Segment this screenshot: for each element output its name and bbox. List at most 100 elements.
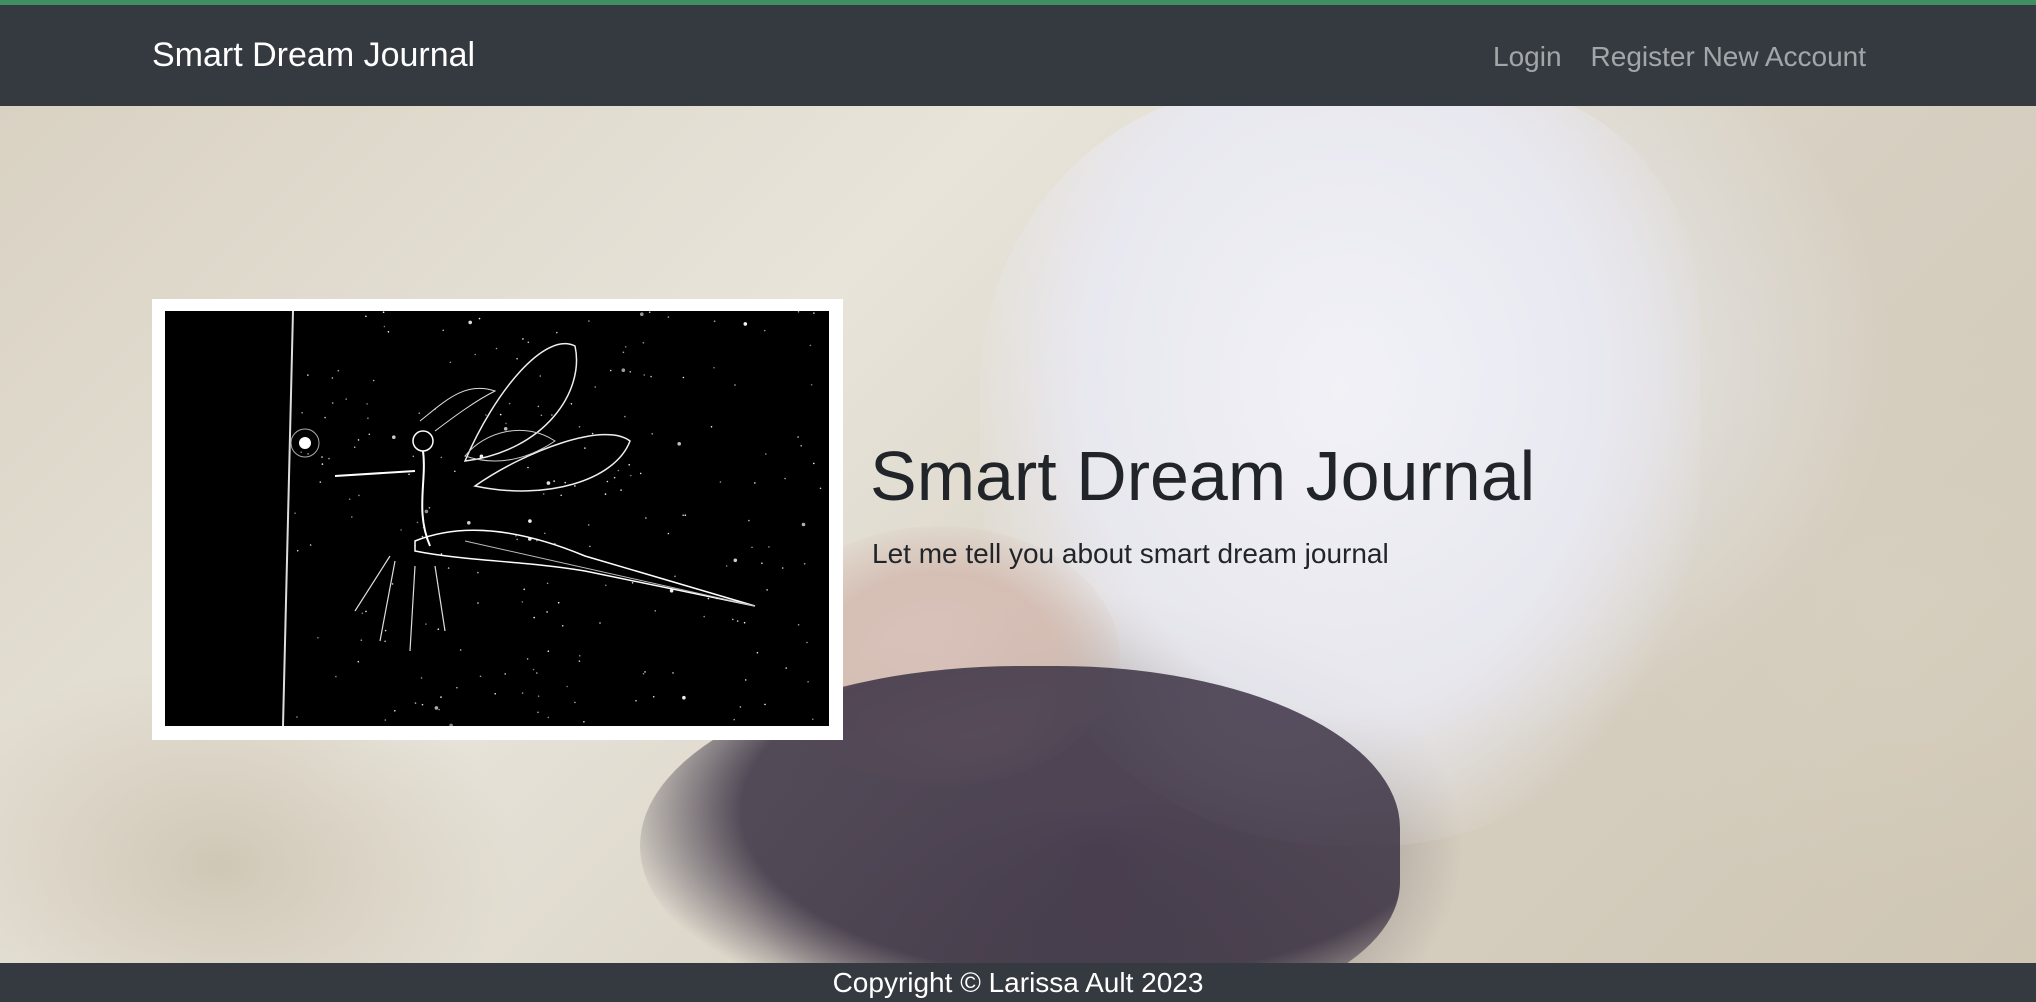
star	[812, 718, 814, 720]
star	[547, 716, 550, 719]
star	[503, 427, 508, 431]
navbar-brand[interactable]: Smart Dream Journal	[152, 36, 475, 75]
star	[321, 456, 323, 458]
star	[544, 532, 546, 535]
star	[578, 426, 581, 428]
star	[617, 469, 620, 472]
star	[296, 716, 298, 718]
star	[578, 660, 581, 662]
star	[635, 699, 637, 702]
star	[418, 412, 421, 414]
star	[764, 703, 766, 706]
star	[442, 329, 445, 332]
star	[434, 706, 439, 710]
star	[361, 612, 364, 615]
star	[485, 414, 487, 416]
star	[358, 494, 360, 497]
star	[522, 338, 524, 340]
star	[784, 477, 786, 480]
star	[547, 650, 550, 652]
star	[765, 453, 767, 455]
star	[382, 311, 385, 313]
star	[499, 413, 502, 416]
star	[744, 679, 747, 681]
star	[420, 677, 423, 679]
star	[546, 611, 548, 613]
star	[366, 403, 368, 405]
star	[605, 584, 607, 587]
star	[667, 316, 670, 318]
star	[532, 668, 535, 671]
hero-section: Smart Dream Journal Let me tell you abou…	[0, 106, 2036, 963]
star	[456, 686, 458, 689]
star	[424, 509, 429, 514]
star	[321, 463, 324, 465]
star	[797, 311, 800, 313]
star	[438, 708, 440, 711]
star	[474, 353, 477, 356]
star	[682, 514, 684, 516]
star	[384, 629, 387, 632]
star	[651, 433, 653, 435]
star	[713, 366, 715, 369]
star	[624, 415, 626, 418]
star	[300, 451, 302, 453]
star	[387, 331, 390, 333]
star	[348, 498, 351, 500]
star	[710, 426, 713, 428]
navbar: Smart Dream Journal Login Register New A…	[0, 5, 2036, 106]
hero-illustration-frame	[152, 299, 843, 740]
star	[813, 312, 815, 314]
star	[703, 615, 705, 618]
star	[508, 402, 511, 405]
star	[324, 416, 326, 419]
star	[527, 341, 530, 344]
star	[578, 655, 581, 657]
star	[570, 403, 573, 405]
footer-copyright: Copyright © Larissa Ault 2023	[832, 967, 1204, 998]
star	[672, 672, 674, 674]
star	[732, 618, 734, 621]
star	[421, 535, 424, 538]
star	[631, 582, 634, 584]
star	[674, 575, 676, 578]
star	[800, 445, 802, 447]
star	[648, 311, 651, 313]
star	[809, 344, 812, 347]
star	[734, 384, 736, 386]
star	[412, 455, 415, 458]
star	[652, 695, 655, 698]
star	[392, 435, 396, 439]
star	[754, 482, 756, 484]
star	[504, 673, 507, 675]
star	[621, 368, 626, 372]
star	[521, 692, 524, 694]
star	[367, 417, 369, 419]
star	[806, 641, 808, 644]
hero-illustration	[165, 311, 829, 726]
star	[733, 718, 735, 721]
star	[684, 514, 687, 516]
nav-link-login[interactable]: Login	[1493, 41, 1562, 73]
star	[587, 524, 590, 526]
star	[551, 414, 553, 416]
star	[459, 649, 462, 651]
star	[756, 651, 759, 654]
star	[537, 711, 539, 714]
star	[564, 481, 566, 484]
star	[644, 671, 646, 673]
star	[416, 521, 419, 524]
star	[589, 545, 591, 548]
star	[335, 675, 337, 678]
star	[682, 376, 685, 379]
star	[725, 565, 728, 567]
star	[645, 517, 647, 519]
star	[307, 374, 309, 376]
star	[566, 685, 568, 688]
nav-link-register[interactable]: Register New Account	[1591, 41, 1866, 73]
star	[542, 493, 545, 495]
star	[613, 476, 616, 479]
star	[803, 563, 806, 565]
star	[521, 601, 524, 603]
star	[294, 512, 296, 514]
